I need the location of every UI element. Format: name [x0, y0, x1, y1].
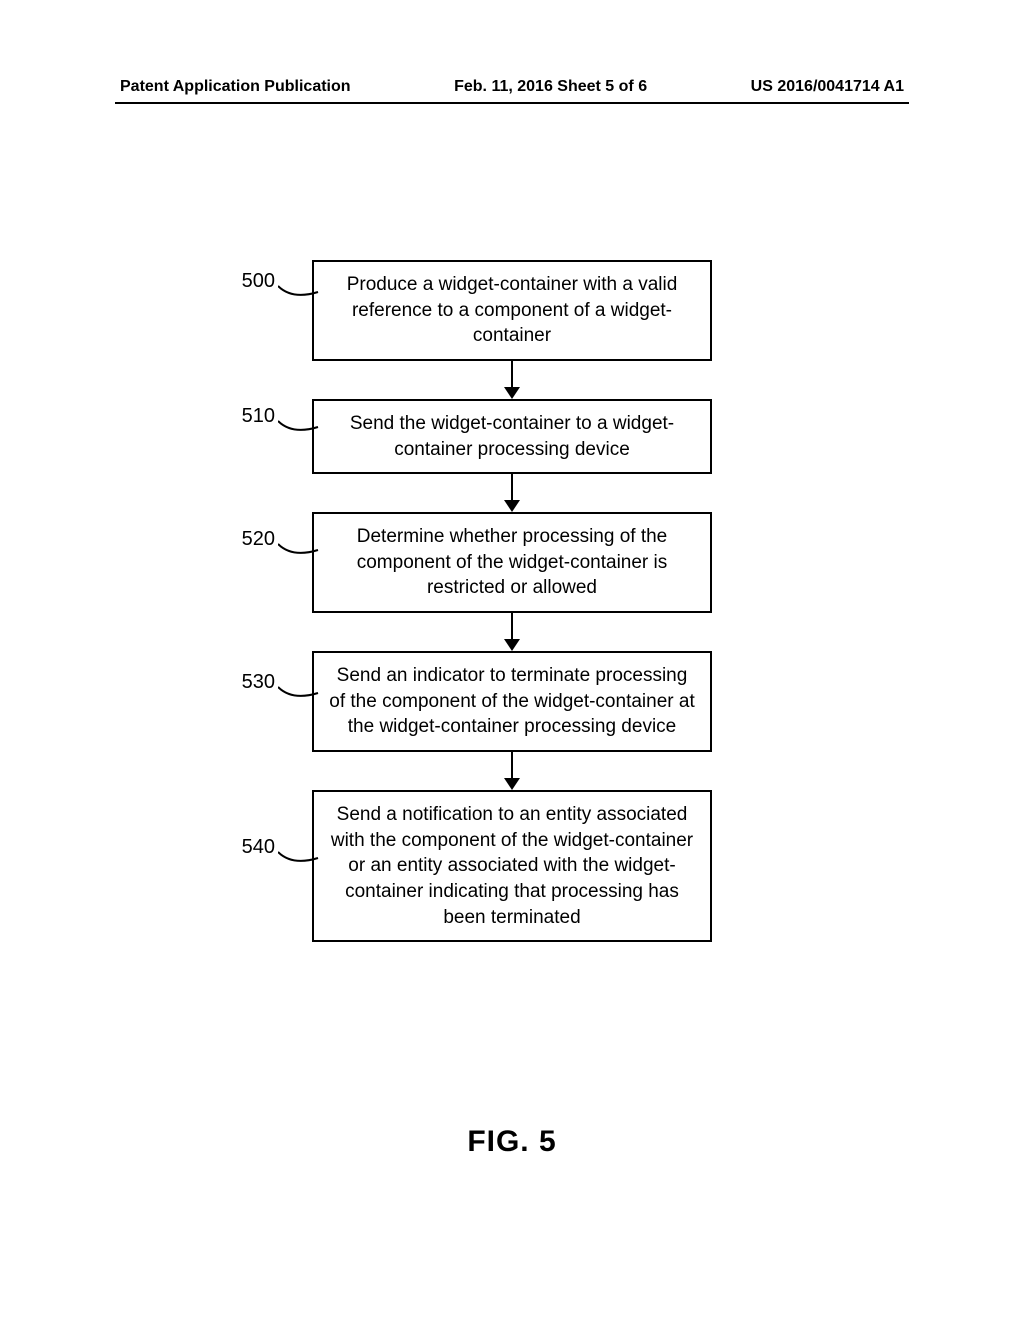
page-header: Patent Application Publication Feb. 11, …	[120, 78, 904, 96]
header-left: Patent Application Publication	[120, 78, 351, 96]
flow-step-530: 530 Send an indicator to terminate proce…	[0, 651, 1024, 752]
step-ref-500: 500	[225, 270, 275, 293]
leader-line-icon	[278, 417, 320, 435]
step-box: Produce a widget-container with a valid …	[312, 260, 712, 361]
header-center: Feb. 11, 2016 Sheet 5 of 6	[454, 78, 647, 96]
arrow-down-icon	[511, 752, 513, 790]
step-ref-540: 540	[225, 836, 275, 859]
leader-line-icon	[278, 848, 320, 866]
leader-line-icon	[278, 282, 320, 300]
flow-step-520: 520 Determine whether processing of the …	[0, 512, 1024, 613]
header-rule	[115, 102, 909, 104]
step-text: Determine whether processing of the comp…	[328, 524, 696, 601]
step-box: Send the widget-container to a widget-co…	[312, 399, 712, 474]
step-ref-530: 530	[225, 671, 275, 694]
step-text: Send a notification to an entity associa…	[328, 802, 696, 930]
step-box: Send an indicator to terminate processin…	[312, 651, 712, 752]
flowchart: 500 Produce a widget-container with a va…	[0, 260, 1024, 942]
flow-step-510: 510 Send the widget-container to a widge…	[0, 399, 1024, 474]
flow-step-540: 540 Send a notification to an entity ass…	[0, 790, 1024, 942]
page: Patent Application Publication Feb. 11, …	[0, 0, 1024, 1320]
step-text: Send an indicator to terminate processin…	[328, 663, 696, 740]
header-right: US 2016/0041714 A1	[751, 78, 904, 96]
step-text: Send the widget-container to a widget-co…	[328, 411, 696, 462]
arrow-down-icon	[511, 613, 513, 651]
arrow-down-icon	[511, 474, 513, 512]
arrow-down-icon	[511, 361, 513, 399]
step-box: Send a notification to an entity associa…	[312, 790, 712, 942]
step-ref-520: 520	[225, 528, 275, 551]
leader-line-icon	[278, 683, 320, 701]
flow-step-500: 500 Produce a widget-container with a va…	[0, 260, 1024, 361]
figure-label: FIG. 5	[0, 1125, 1024, 1159]
step-ref-510: 510	[225, 405, 275, 428]
step-box: Determine whether processing of the comp…	[312, 512, 712, 613]
step-text: Produce a widget-container with a valid …	[328, 272, 696, 349]
leader-line-icon	[278, 540, 320, 558]
